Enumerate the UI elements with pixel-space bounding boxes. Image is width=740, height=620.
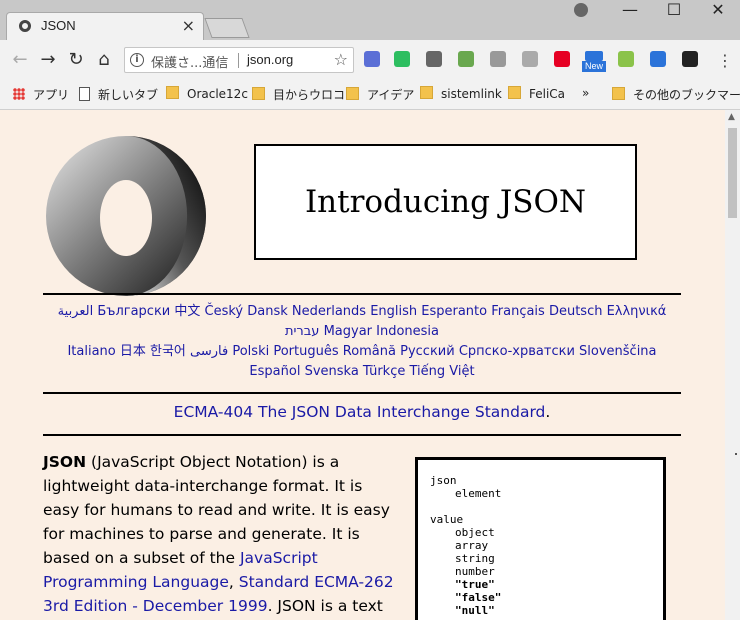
chrome-menu-icon[interactable]: ⋮: [717, 51, 733, 70]
rss-icon[interactable]: [522, 51, 538, 67]
sheet-extension-icon[interactable]: [458, 51, 474, 67]
bookmark-folder-felica[interactable]: FeliCa: [508, 86, 565, 104]
pinterest-icon[interactable]: [554, 51, 570, 67]
bookmarks-bar: アプリ 新しいタブ Oracle12c 目からウロコ アイデア sistemli…: [0, 80, 740, 110]
reload-button[interactable]: ↻: [65, 49, 87, 71]
stray-dot: [735, 453, 737, 455]
bookmark-label: アイデア: [367, 88, 415, 102]
tab-close-icon[interactable]: ×: [182, 16, 195, 35]
ecma-404-link[interactable]: ECMA-404 The JSON Data Interchange Stand…: [174, 403, 546, 421]
intro-text: ,: [228, 573, 239, 591]
language-list: العربية Български 中文 Český Dansk Nederla…: [43, 302, 681, 382]
page-scrollbar[interactable]: ▲: [725, 110, 740, 620]
bookmark-label: アプリ: [33, 88, 70, 102]
folder-icon: [166, 86, 179, 99]
back-button[interactable]: ←: [9, 49, 31, 71]
maximize-button[interactable]: ☐: [652, 0, 696, 22]
divider: [43, 434, 681, 436]
security-label[interactable]: 保護さ...通信: [151, 52, 228, 71]
page-icon: [79, 87, 90, 101]
json-bold-term: JSON: [43, 453, 87, 471]
grammar-term: number: [455, 565, 495, 578]
ecma-period: .: [545, 403, 551, 421]
grammar-term: element: [455, 487, 502, 500]
bookmark-apps[interactable]: アプリ: [13, 86, 69, 104]
language-links-line[interactable]: עברית Magyar Indonesia: [43, 322, 681, 342]
profile-icon[interactable]: [574, 3, 588, 17]
bookmark-folder-idea[interactable]: アイデア: [346, 86, 414, 104]
intro-text: (JavaScript Object Notation) is a lightw…: [43, 453, 390, 567]
json-logo-icon: [46, 136, 206, 296]
divider: [43, 293, 681, 295]
folder-icon: [252, 87, 265, 100]
bookmark-folder-sistemlink[interactable]: sistemlink: [420, 86, 502, 104]
bolt-extension-icon[interactable]: [490, 51, 506, 67]
android-icon[interactable]: [618, 51, 634, 67]
url-text[interactable]: json.org: [247, 52, 293, 67]
tab-title: JSON: [41, 18, 76, 33]
home-button[interactable]: ⌂: [93, 49, 115, 71]
bookmark-label: Oracle12c: [187, 87, 248, 101]
evernote-icon[interactable]: [394, 51, 410, 67]
terminal-extension-icon[interactable]: [682, 51, 698, 67]
scrollbar-thumb[interactable]: [728, 128, 737, 218]
divider: [43, 392, 681, 394]
address-bar[interactable]: i 保護さ...通信 json.org ☆: [124, 47, 354, 73]
bookmark-folder-oracle[interactable]: Oracle12c: [166, 86, 248, 104]
code-extension-icon[interactable]: [650, 51, 666, 67]
page-title: Introducing JSON: [254, 144, 637, 260]
intro-text: . JSON is a text: [267, 597, 383, 615]
tab-json[interactable]: JSON ×: [6, 12, 204, 40]
folder-icon: [346, 87, 359, 100]
ecma-section: ECMA-404 The JSON Data Interchange Stand…: [43, 403, 681, 421]
bookmark-new-tab[interactable]: 新しいタブ: [79, 86, 158, 104]
language-links-line[interactable]: Español Svenska Türkçe Tiếng Việt: [43, 362, 681, 382]
pen-extension-icon[interactable]: [364, 51, 380, 67]
language-links-line[interactable]: Italiano 日本 한국어 فارسی Polski Português R…: [43, 342, 681, 362]
forward-button[interactable]: →: [37, 49, 59, 71]
bookmark-label: 目からウロコ: [273, 88, 346, 102]
new-extension-icon[interactable]: New: [582, 51, 606, 73]
grammar-literal: "false": [455, 591, 502, 604]
info-icon[interactable]: i: [130, 53, 144, 67]
grammar-term: json: [430, 474, 457, 487]
grammar-term: string: [455, 552, 495, 565]
grammar-term: value: [430, 513, 464, 526]
bookmark-label: その他のブックマーク: [633, 88, 740, 102]
grammar-term: object: [455, 526, 495, 539]
bookmark-label: FeliCa: [529, 87, 566, 101]
close-window-button[interactable]: ✕: [696, 0, 740, 22]
folder-icon: [612, 87, 625, 100]
minimize-button[interactable]: —: [608, 0, 652, 22]
folder-icon: [420, 86, 433, 99]
json-grammar-box: json element value object array string n…: [415, 457, 666, 620]
bookmark-folder-mekara[interactable]: 目からウロコ: [252, 86, 345, 104]
tab-strip: JSON × — ☐ ✕: [0, 0, 740, 40]
scroll-up-icon[interactable]: ▲: [728, 112, 735, 122]
json-favicon-icon: [19, 20, 31, 32]
bookmark-star-icon[interactable]: ☆: [334, 50, 348, 69]
grammar-literal: "true": [455, 578, 495, 591]
grammar-literal: "null": [455, 604, 495, 617]
url-separator: [238, 53, 239, 68]
bookmarks-overflow-button[interactable]: »: [582, 86, 589, 104]
intro-paragraph: JSON (JavaScript Object Notation) is a l…: [43, 450, 403, 618]
page-content: Introducing JSON العربية Български 中文 Če…: [0, 110, 725, 620]
apps-grid-icon: [13, 88, 25, 100]
gesture-extension-icon[interactable]: [426, 51, 442, 67]
folder-icon: [508, 86, 521, 99]
bookmark-label: sistemlink: [441, 87, 502, 101]
new-badge: New: [582, 61, 606, 72]
new-tab-button[interactable]: [204, 18, 250, 38]
grammar-gap: [430, 500, 651, 513]
language-links-line[interactable]: العربية Български 中文 Český Dansk Nederla…: [43, 302, 681, 322]
bookmark-label: 新しいタブ: [98, 88, 159, 102]
grammar-term: array: [455, 539, 489, 552]
bookmark-other[interactable]: その他のブックマーク: [612, 86, 740, 104]
